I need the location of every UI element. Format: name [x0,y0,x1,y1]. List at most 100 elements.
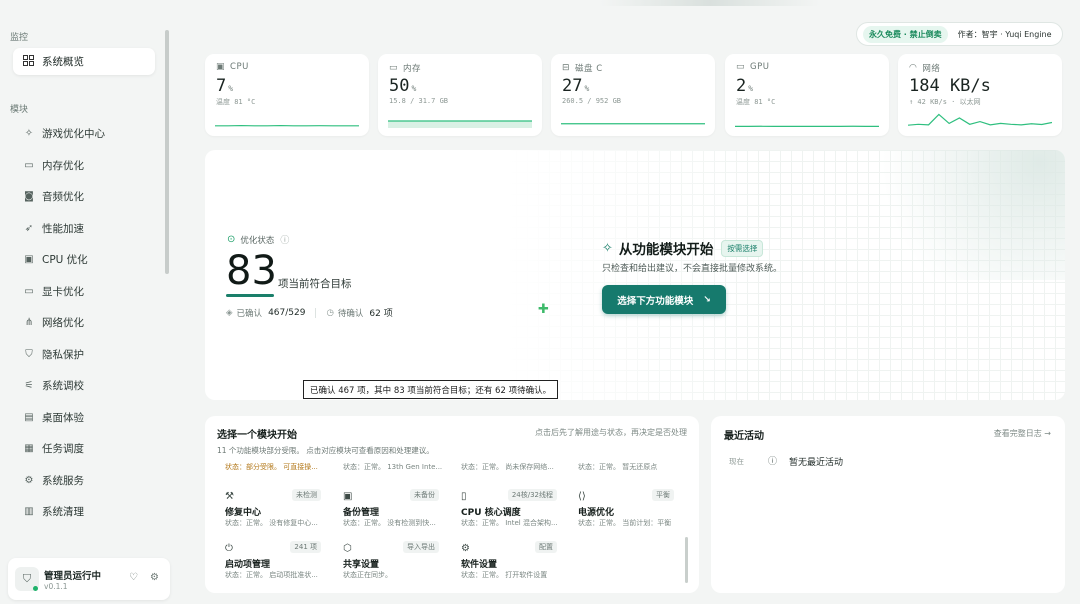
module-status: 状态：正常。 13th Gen Inte... [343,463,443,471]
sparkline [735,125,879,127]
sidebar-item-performance[interactable]: ➶ 性能加速 [23,219,84,237]
view-full-log-link[interactable]: 查看完整日志 → [994,428,1051,439]
stat-card-gpu[interactable]: ▭ GPU 2% 温度 81 °C [725,54,889,136]
sidebar-item-cleanup[interactable]: ▥ 系统清理 [23,502,84,520]
sidebar-section-modules: 模块 [10,105,29,115]
rocket-icon: ➶ [24,222,34,234]
sidebar-section-monitor: 监控 [10,33,29,43]
select-module-button[interactable]: 选择下方功能模块 ↘ [602,285,726,314]
sparkline [388,120,532,128]
author-text: 作者：智宇 · Yuqi Engine [957,29,1052,39]
sidebar-item-cpu[interactable]: ▣ CPU 优化 [23,250,87,268]
optimization-score: 83 [226,248,277,294]
activity-time: 现在 [729,457,744,466]
info-icon: ⓘ [768,457,778,467]
sparkle-icon: ✧ [602,240,613,256]
shield-icon: ⛉ [25,348,33,360]
stat-card-memory[interactable]: ▭ 内存 50% 15.8 / 31.7 GB [378,54,542,136]
monitor-icon: ▭ [736,62,746,72]
sidebar-item-desktop[interactable]: ▤ 桌面体验 [23,408,84,426]
module-status: 状态：正常。 暂无还原点 [578,463,658,471]
sidebar-item-audio[interactable]: ◙ 音频优化 [23,187,84,205]
activity-empty: 暂无最近活动 [789,458,844,468]
module-backup[interactable]: ▣ 未备份 备份管理 状态：正常。 没有检测到快... [335,489,441,529]
heart-icon[interactable]: ♡ [129,572,138,583]
stat-sub: 温度 81 °C [736,98,776,106]
window-top-strip [600,0,820,6]
gear-icon: ⚙ [461,543,470,554]
sidebar-item-overview[interactable]: 系统概览 [13,48,155,75]
optimization-status-label: ⊙ 优化状态 ⓘ [227,233,290,246]
sidebar-item-tasks[interactable]: ▦ 任务调度 [23,439,84,457]
module-status: 状态：部分受限。 可直接操... [225,463,318,471]
module-software-settings[interactable]: ⚙ 配置 软件设置 状态：正常。 打开软件设置 [453,541,559,581]
power-plug-icon: ⟨⟩ [578,491,586,502]
sparkle-icon: ✧ [24,127,34,139]
check-circle-icon: ⊙ [227,234,236,245]
sparkline [215,124,359,127]
sidebar-item-tuning[interactable]: ⚟ 系统调校 [23,376,84,394]
recommend-pill: 按需选择 [721,239,764,257]
cpu-icon: ▣ [216,62,226,72]
admin-status-card: ⛉ 管理员运行中 v0.1.1 ♡ ⚙ [8,558,170,600]
sidebar-item-game[interactable]: ✧ 游戏优化中心 [23,124,105,142]
grid-icon [23,54,34,69]
module-cpu-scheduling[interactable]: ▯ 24核/32线程 CPU 核心调度 状态：正常。 Intel 混合架构... [453,489,559,529]
optimization-hero-panel: ⊙ 优化状态 ⓘ 83 项当前符合目标 ◈ 已确认 467/529 ◷ 待确认 … [205,150,1065,400]
network-icon: ⋔ [24,316,34,328]
stat-value: 2 [736,76,747,96]
module-power[interactable]: ⟨⟩ 平衡 电源优化 状态：正常。 当前计划：平衡 [570,489,676,529]
sliders-icon: ⚟ [24,379,34,391]
wifi-icon: ◠ [909,63,918,73]
phone-icon: ▯ [461,491,467,502]
confirmed-value: 467/529 [268,307,306,318]
status-dot [33,586,38,591]
activity-title: 最近活动 [724,431,764,442]
sidebar-item-services[interactable]: ⚙ 系统服务 [23,471,84,489]
score-caption: 项当前符合目标 [278,278,352,290]
admin-status-title: 管理员运行中 [44,571,102,582]
tooltip: 已确认 467 项，其中 83 项当前符合目标；还有 62 项待确认。 [303,380,559,399]
sidebar-item-privacy[interactable]: ⛉ 隐私保护 [23,345,84,363]
stat-value: 50 [389,76,410,96]
stat-card-cpu[interactable]: ▣ CPU 7% 温度 81 °C [205,54,369,136]
sparkline [908,113,1052,126]
sidebar-item-memory[interactable]: ▭ 内存优化 [23,156,84,174]
calendar-icon: ▦ [24,442,34,454]
desktop-icon: ▤ [24,411,34,423]
module-repair-center[interactable]: ⚒ 未检测 修复中心 状态：正常。 没有修复中心... [217,489,323,529]
services-icon: ⚙ [24,474,34,486]
stat-card-disk[interactable]: ⊟ 磁盘 C 27% 260.5 / 952 GB [551,54,715,136]
license-badge: 永久免费 · 禁止倒卖 作者：智宇 · Yuqi Engine [856,22,1063,46]
stat-sub: 260.5 / 952 GB [562,97,622,105]
gear-icon[interactable]: ⚙ [150,572,159,583]
module-status: 状态：正常。 尚未保存网络... [461,463,554,471]
info-icon[interactable]: ⓘ [280,233,289,246]
crosshair-icon: ✚ [538,302,549,317]
arrow-down-right-icon: ↘ [703,294,711,305]
modules-panel: 选择一个模块开始 点击后先了解用途与状态，再决定是否处理 11 个功能模块部分受… [205,416,699,593]
box-icon: ⬡ [343,543,352,554]
stat-sub: 温度 81 °C [216,98,256,106]
memory-icon: ▭ [24,159,34,171]
modules-title: 选择一个模块开始 [217,430,297,441]
modules-scrollbar[interactable] [685,537,688,583]
stat-card-network[interactable]: ◠ 网络 184 KB/s ↑ 42 KB/s · 以太网 [898,54,1062,136]
stat-value: 7 [216,76,227,96]
score-underline [226,294,274,297]
start-subtitle: 只检查和给出建议，不会直接批量修改系统。 [602,264,783,274]
app-version: v0.1.1 [44,582,68,591]
clock-icon: ◷ [326,307,334,318]
module-startup[interactable]: ⏻ 241 项 启动项管理 状态：正常。 启动项批准状... [217,541,323,581]
modules-hint: 点击后先了解用途与状态，再决定是否处理 [535,428,687,437]
speaker-icon: ◙ [24,190,34,202]
sidebar-item-network[interactable]: ⋔ 网络优化 [23,313,84,331]
free-pill: 永久免费 · 禁止倒卖 [863,25,948,43]
pending-value: 62 项 [369,309,393,319]
module-sharing[interactable]: ⬡ 导入导出 共享设置 状态正在同步。 [335,541,441,581]
sparkline [561,123,705,125]
sidebar-scrollbar[interactable] [165,30,169,274]
trash-icon: ▥ [24,505,34,517]
start-title: ✧ 从功能模块开始 按需选择 [602,238,764,258]
sidebar-item-gpu[interactable]: ▭ 显卡优化 [23,282,84,300]
